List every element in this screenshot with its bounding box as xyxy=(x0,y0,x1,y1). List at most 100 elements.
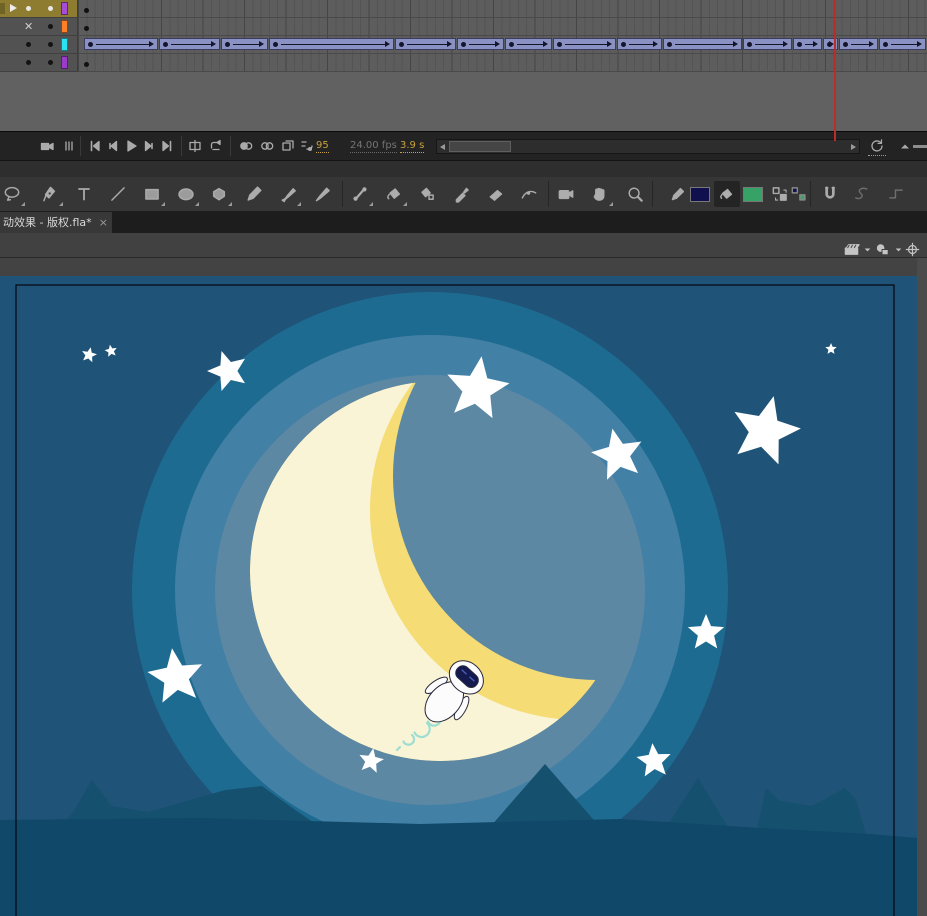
brush-tool[interactable] xyxy=(312,184,332,204)
lasso-tool[interactable] xyxy=(2,184,22,204)
layer-visibility-dot[interactable] xyxy=(26,60,31,65)
tween-arrow-line xyxy=(851,44,869,45)
document-tab[interactable]: 动效果 - 版权.fla* × xyxy=(0,212,112,233)
rectangle-tool[interactable] xyxy=(142,184,162,204)
layer-visibility-dot[interactable] xyxy=(26,6,31,11)
center-stage-icon[interactable] xyxy=(904,237,921,254)
layer-4-frames[interactable] xyxy=(78,54,927,72)
motion-tween-span[interactable] xyxy=(221,38,268,50)
edit-multiple-frames-button[interactable] xyxy=(279,137,297,155)
fill-bucket-button[interactable] xyxy=(714,181,740,207)
current-frame-readout[interactable]: 95 xyxy=(316,140,329,153)
line-tool[interactable] xyxy=(108,184,128,204)
layer-lock-dot[interactable] xyxy=(48,60,53,65)
ink-bottle-tool[interactable] xyxy=(417,184,437,204)
motion-tween-span[interactable] xyxy=(553,38,616,50)
layer-1-frames[interactable] xyxy=(78,0,927,18)
timeline-frames-area[interactable] xyxy=(78,0,927,72)
motion-tween-span[interactable] xyxy=(159,38,220,50)
panel-resize-handle[interactable] xyxy=(913,145,927,148)
classic-brush-tool[interactable] xyxy=(278,184,298,204)
onion-skin-button[interactable] xyxy=(237,137,255,155)
stroke-color-icon[interactable] xyxy=(668,184,688,204)
width-tool[interactable] xyxy=(519,184,539,204)
tab-close-icon[interactable]: × xyxy=(99,212,108,233)
bone-tool[interactable] xyxy=(350,184,370,204)
layer-4[interactable] xyxy=(0,54,77,72)
motion-tween-span[interactable] xyxy=(457,38,504,50)
eyedropper-tool[interactable] xyxy=(452,184,472,204)
layer-lock-dot[interactable] xyxy=(48,42,53,47)
motion-tween-span[interactable] xyxy=(793,38,822,50)
motion-tween-span[interactable] xyxy=(743,38,792,50)
layer-visibility-dot[interactable] xyxy=(26,42,31,47)
motion-tween-span[interactable] xyxy=(663,38,742,50)
stroke-color-swatch[interactable] xyxy=(690,187,710,202)
text-tool[interactable] xyxy=(74,184,94,204)
frame-rate-readout[interactable]: 24.00 fps xyxy=(350,140,397,153)
layer-1[interactable] xyxy=(0,0,77,18)
zoom-tool[interactable] xyxy=(625,184,645,204)
snap-magnet-button[interactable] xyxy=(820,184,840,204)
keyframe-dot xyxy=(461,42,466,47)
layer-3-frames[interactable] xyxy=(78,36,927,54)
camera-tool[interactable] xyxy=(556,184,576,204)
timeline-camera-icon[interactable] xyxy=(38,137,56,155)
timeline-layers-pane[interactable]: ✕ xyxy=(0,0,78,72)
stage-canvas[interactable] xyxy=(0,276,917,916)
straighten-button[interactable] xyxy=(886,184,906,204)
layer-3[interactable] xyxy=(0,36,77,54)
scroll-right-arrow[interactable] xyxy=(851,144,856,150)
timeline-scrollbar[interactable] xyxy=(436,139,860,154)
smooth-button[interactable] xyxy=(853,184,873,204)
pencil-tool[interactable] xyxy=(244,184,264,204)
collapse-panel-button[interactable] xyxy=(896,137,914,155)
motion-tween-span[interactable] xyxy=(84,38,158,50)
polystar-tool[interactable] xyxy=(209,184,229,204)
eraser-tool[interactable] xyxy=(486,184,506,204)
keyframe-dot[interactable] xyxy=(84,26,89,31)
layer-2[interactable]: ✕ xyxy=(0,18,77,36)
loop-button[interactable] xyxy=(207,137,225,155)
reset-timeline-zoom-button[interactable] xyxy=(868,137,886,156)
scroll-left-arrow[interactable] xyxy=(440,144,445,150)
paint-bucket-tool[interactable] xyxy=(384,184,404,204)
go-last-frame-button[interactable] xyxy=(158,137,176,155)
elapsed-time-readout[interactable]: 3.9 s xyxy=(400,140,424,153)
layer-outline-color-swatch[interactable] xyxy=(61,56,68,69)
hand-tool[interactable] xyxy=(590,184,610,204)
motion-tween-span[interactable] xyxy=(839,38,878,50)
swap-colors-button[interactable] xyxy=(770,184,790,204)
motion-tween-span[interactable] xyxy=(617,38,662,50)
play-button[interactable] xyxy=(122,137,140,155)
modify-markers-button[interactable] xyxy=(298,137,316,155)
scrollbar-thumb[interactable] xyxy=(449,141,511,152)
layer-outline-color-swatch[interactable] xyxy=(61,2,68,15)
layer-lock-dot[interactable] xyxy=(48,6,53,11)
layer-outline-color-swatch[interactable] xyxy=(61,38,68,51)
onion-outline-button[interactable] xyxy=(258,137,276,155)
keyframe-dot[interactable] xyxy=(84,8,89,13)
motion-tween-span[interactable] xyxy=(269,38,394,50)
layer-hidden-x-icon[interactable]: ✕ xyxy=(24,19,33,34)
step-forward-button[interactable] xyxy=(140,137,158,155)
motion-tween-span[interactable] xyxy=(395,38,456,50)
edit-symbols-icon[interactable] xyxy=(874,237,891,254)
center-frame-button[interactable] xyxy=(186,137,204,155)
oval-tool[interactable] xyxy=(176,184,196,204)
fill-color-swatch[interactable] xyxy=(743,187,763,202)
layer-type-icon xyxy=(0,3,5,14)
keyframe-dot[interactable] xyxy=(84,62,89,67)
go-first-frame-button[interactable] xyxy=(86,137,104,155)
motion-tween-span[interactable] xyxy=(505,38,552,50)
layer-outline-color-swatch[interactable] xyxy=(61,20,68,33)
edit-scene-icon[interactable] xyxy=(843,237,860,254)
default-colors-button[interactable] xyxy=(789,184,809,204)
layer-lock-dot[interactable] xyxy=(48,24,53,29)
motion-tween-span[interactable] xyxy=(879,38,926,50)
playhead-line[interactable] xyxy=(834,0,836,141)
step-back-button[interactable] xyxy=(104,137,122,155)
pen-tool[interactable] xyxy=(40,184,60,204)
pasteboard-bars-icon[interactable] xyxy=(61,137,79,155)
layer-2-frames[interactable] xyxy=(78,18,927,36)
